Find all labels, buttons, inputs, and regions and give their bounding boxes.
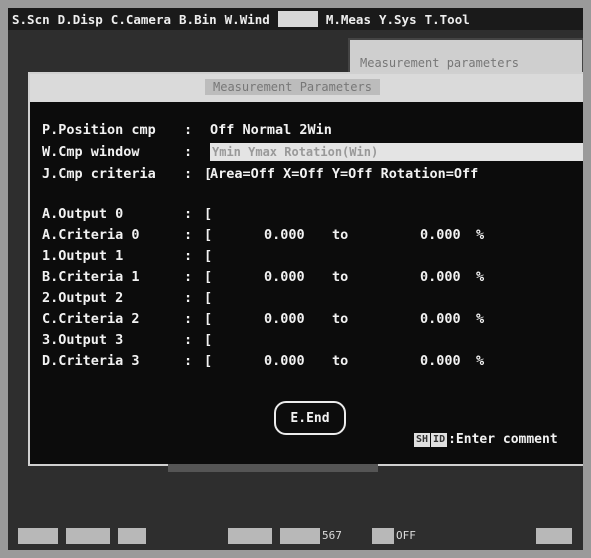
output-2-row[interactable]: 2.Output 2 : [ ] <box>42 288 583 308</box>
criteria-to-value[interactable]: 0.000 <box>420 351 461 371</box>
menu-item-camera[interactable]: C.Camera <box>107 12 175 27</box>
cmp-criteria-row[interactable]: J.Cmp criteria : [ Area=Off X=Off Y=Off … <box>42 164 583 184</box>
criteria-unit: % <box>476 311 485 327</box>
position-cmp-label: P.Position cmp <box>42 122 156 138</box>
menu-item-disp[interactable]: D.Disp <box>54 12 107 27</box>
menu-bar: S.Scn D.Disp C.Camera B.Bin W.Wind M.Mea… <box>8 8 583 30</box>
colon: : <box>184 122 193 138</box>
bracket-left: [ <box>204 227 213 243</box>
criteria-2-row[interactable]: C.Criteria 2 : [ 0.000 to 0.000 % ] <box>42 309 583 329</box>
menu-item-sys[interactable]: Y.Sys <box>375 12 421 27</box>
softkey-5[interactable] <box>280 528 320 544</box>
criteria-from-value[interactable]: 0.000 <box>264 309 305 329</box>
softkey-3[interactable] <box>118 528 146 544</box>
menu-item-tool[interactable]: T.Tool <box>421 12 474 27</box>
criteria-1-row[interactable]: B.Criteria 1 : [ 0.000 to 0.000 % ] <box>42 267 583 287</box>
menu-item-cond-active[interactable] <box>277 11 318 27</box>
dialog-header: Measurement Parameters <box>30 74 583 102</box>
criteria-from-value[interactable]: 0.000 <box>264 351 305 371</box>
colon: : <box>184 332 193 348</box>
background-panel-title: Measurement parameters <box>360 56 519 70</box>
position-cmp-value[interactable]: Off Normal 2Win <box>210 120 332 140</box>
hint-text: :Enter comment <box>448 432 558 447</box>
colon: : <box>184 227 193 243</box>
colon: : <box>184 269 193 285</box>
bracket-left: [ <box>204 248 213 264</box>
criteria-unit: % <box>476 353 485 369</box>
criteria-from-value[interactable]: 0.000 <box>264 225 305 245</box>
menu-item-meas[interactable]: M.Meas <box>322 12 375 27</box>
output-0-row[interactable]: A.Output 0 : [ ] <box>42 204 583 224</box>
end-button[interactable]: E.End <box>274 401 346 435</box>
dialog-title: Measurement Parameters <box>205 79 380 95</box>
criteria-to-word: to <box>332 227 349 243</box>
id-key-icon: ID <box>431 432 448 447</box>
criteria-to-word: to <box>332 269 349 285</box>
output-label: A.Output 0 <box>42 206 124 222</box>
softkey-6[interactable] <box>372 528 394 544</box>
bottom-readout: 567 <box>322 529 342 542</box>
colon: : <box>184 290 193 306</box>
softkey-2[interactable] <box>66 528 110 544</box>
terminal-screen: S.Scn D.Disp C.Camera B.Bin W.Wind M.Mea… <box>8 8 583 550</box>
output-label: 2.Output 2 <box>42 290 124 306</box>
colon: : <box>184 353 193 369</box>
cmp-criteria-label: J.Cmp criteria <box>42 166 156 182</box>
criteria-label: A.Criteria 0 <box>42 227 140 243</box>
bracket-left: [ <box>204 290 213 306</box>
criteria-to-word: to <box>332 311 349 327</box>
criteria-to-value[interactable]: 0.000 <box>420 309 461 329</box>
colon: : <box>184 248 193 264</box>
criteria-3-row[interactable]: D.Criteria 3 : [ 0.000 to 0.000 % ] <box>42 351 583 371</box>
criteria-to-value[interactable]: 0.000 <box>420 225 461 245</box>
cmp-window-label: W.Cmp window <box>42 144 140 160</box>
criteria-unit: % <box>476 227 485 243</box>
shift-key-icon: SH <box>414 432 431 447</box>
menu-item-scn[interactable]: S.Scn <box>8 12 54 27</box>
bracket-left: [ <box>204 332 213 348</box>
softkey-7[interactable] <box>536 528 572 544</box>
colon: : <box>184 206 193 222</box>
criteria-to-word: to <box>332 353 349 369</box>
dialog-shadow <box>168 464 378 472</box>
enter-comment-hint[interactable]: SH ID :Enter comment <box>414 432 558 447</box>
bottom-status: OFF <box>396 529 416 542</box>
criteria-to-value[interactable]: 0.000 <box>420 267 461 287</box>
bracket-left: [ <box>204 269 213 285</box>
output-label: 1.Output 1 <box>42 248 124 264</box>
criteria-0-row[interactable]: A.Criteria 0 : [ 0.000 to 0.000 % ] <box>42 225 583 245</box>
menu-item-bin[interactable]: B.Bin <box>175 12 221 27</box>
output-3-row[interactable]: 3.Output 3 : [ ] <box>42 330 583 350</box>
output-1-row[interactable]: 1.Output 1 : [ ] <box>42 246 583 266</box>
criteria-from-value[interactable]: 0.000 <box>264 267 305 287</box>
colon: : <box>184 144 193 160</box>
softkey-4[interactable] <box>228 528 272 544</box>
softkey-1[interactable] <box>18 528 58 544</box>
criteria-unit: % <box>476 269 485 285</box>
cmp-window-field[interactable]: Ymin Ymax Rotation(Win) <box>210 143 583 161</box>
softkey-bar: 567 OFF <box>8 524 583 550</box>
colon: : <box>184 311 193 327</box>
bracket-left: [ <box>204 353 213 369</box>
criteria-label: B.Criteria 1 <box>42 269 140 285</box>
criteria-label: C.Criteria 2 <box>42 311 140 327</box>
bracket-left: [ <box>204 311 213 327</box>
cmp-window-row[interactable]: W.Cmp window : Ymin Ymax Rotation(Win) ] <box>42 142 583 162</box>
measurement-parameters-dialog: Measurement Parameters P.Position cmp : … <box>28 72 583 466</box>
menu-item-wind[interactable]: W.Wind <box>221 12 274 27</box>
criteria-label: D.Criteria 3 <box>42 353 140 369</box>
colon: : <box>184 166 193 182</box>
cmp-criteria-value[interactable]: Area=Off X=Off Y=Off Rotation=Off <box>210 164 478 184</box>
bracket-left: [ <box>204 206 213 222</box>
output-label: 3.Output 3 <box>42 332 124 348</box>
